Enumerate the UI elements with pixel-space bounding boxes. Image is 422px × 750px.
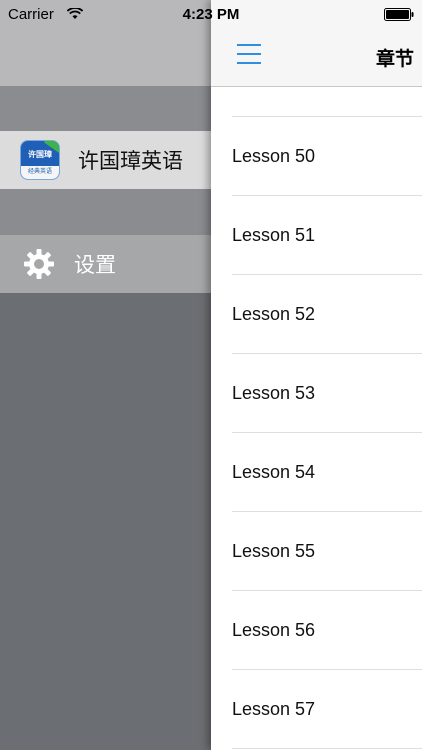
list-item[interactable]: Lesson 57 bbox=[232, 670, 422, 749]
app-logo-icon: 许国璋 经典英语 bbox=[20, 140, 60, 180]
hamburger-menu-icon[interactable] bbox=[237, 44, 261, 64]
status-time: 4:23 PM bbox=[182, 6, 240, 23]
lesson-label: Lesson 56 bbox=[232, 619, 316, 640]
status-bar: Carrier 4:23 PM bbox=[0, 0, 422, 30]
drawer-item-label: 许国璋英语 bbox=[78, 150, 183, 173]
lesson-label: Lesson 55 bbox=[232, 540, 316, 561]
battery-icon bbox=[384, 8, 414, 21]
lesson-label: Lesson 53 bbox=[232, 382, 316, 403]
page-title: 章节 bbox=[376, 49, 415, 70]
main-panel: 章节 Lesson 50 Lesson 51 Lesson 52 Lesson … bbox=[211, 0, 422, 750]
list-item[interactable]: Lesson 55 bbox=[232, 512, 422, 591]
lesson-label: Lesson 52 bbox=[232, 303, 316, 324]
drawer-item-label: 设置 bbox=[74, 254, 116, 277]
list-item[interactable]: Lesson 54 bbox=[232, 433, 422, 512]
list-item[interactable]: Lesson 56 bbox=[232, 591, 422, 670]
list-item[interactable]: Lesson 53 bbox=[232, 354, 422, 433]
lesson-label: Lesson 50 bbox=[232, 145, 316, 166]
list-item-partial[interactable] bbox=[232, 86, 422, 117]
lesson-label: Lesson 54 bbox=[232, 461, 316, 482]
gear-icon bbox=[22, 247, 56, 281]
list-item[interactable]: Lesson 52 bbox=[232, 275, 422, 354]
lesson-label: Lesson 51 bbox=[232, 224, 316, 245]
list-item[interactable]: Lesson 51 bbox=[232, 196, 422, 275]
list-item[interactable]: Lesson 50 bbox=[232, 117, 422, 196]
lesson-label: Lesson 57 bbox=[232, 698, 316, 719]
lesson-list: Lesson 50 Lesson 51 Lesson 52 Lesson 53 … bbox=[211, 86, 422, 749]
